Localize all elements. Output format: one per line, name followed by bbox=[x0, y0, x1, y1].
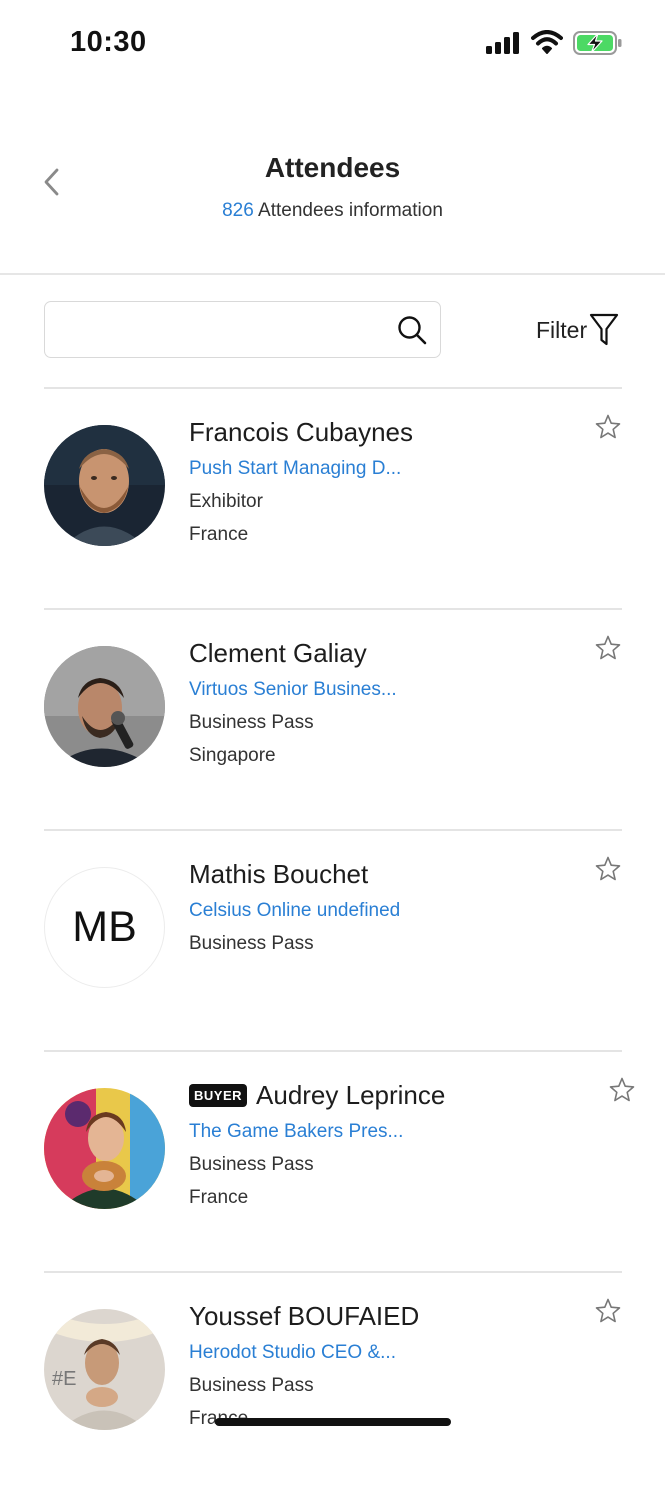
search-box bbox=[44, 301, 441, 358]
avatar: #E bbox=[44, 1309, 165, 1430]
attendee-info: Mathis Bouchet Celsius Online undefined … bbox=[189, 857, 569, 955]
attendee-row[interactable]: #E Youssef BOUFAIED Herodot Studio CEO &… bbox=[44, 1271, 622, 1492]
attendee-company[interactable]: The Game Bakers Pres... bbox=[189, 1121, 569, 1143]
attendee-pass-type: Business Pass bbox=[189, 933, 314, 954]
avatar-initials: MB bbox=[44, 867, 165, 988]
attendee-info: Francois Cubaynes Push Start Managing D.… bbox=[189, 415, 569, 546]
attendee-pass-type: Exhibitor bbox=[189, 491, 263, 512]
cellular-signal-icon bbox=[486, 32, 519, 54]
attendee-pass-type: Business Pass bbox=[189, 1375, 314, 1396]
attendee-country: Singapore bbox=[189, 745, 276, 766]
attendee-row[interactable]: Francois Cubaynes Push Start Managing D.… bbox=[44, 387, 622, 608]
star-icon[interactable] bbox=[594, 634, 622, 662]
avatar bbox=[44, 646, 165, 767]
attendee-company[interactable]: Push Start Managing D... bbox=[189, 458, 569, 480]
filter-funnel-icon bbox=[590, 313, 619, 346]
avatar bbox=[44, 425, 165, 546]
page-header: Attendees 826 Attendees information bbox=[0, 130, 665, 275]
star-icon[interactable] bbox=[594, 413, 622, 441]
star-icon[interactable] bbox=[594, 1297, 622, 1325]
filter-label: Filter bbox=[536, 316, 588, 343]
attendee-country: France bbox=[189, 1187, 249, 1208]
attendee-company[interactable]: Herodot Studio CEO &... bbox=[189, 1342, 569, 1364]
attendee-name: Youssef BOUFAIED bbox=[189, 1300, 420, 1331]
attendee-list: Francois Cubaynes Push Start Managing D.… bbox=[44, 387, 635, 1492]
attendee-name: Francois Cubaynes bbox=[189, 416, 413, 447]
attendee-company[interactable]: Virtuos Senior Busines... bbox=[189, 679, 569, 701]
status-time: 10:30 bbox=[70, 26, 147, 58]
attendee-pass-type: Business Pass bbox=[189, 1154, 314, 1175]
attendee-name: Audrey Leprince bbox=[256, 1079, 446, 1110]
attendee-count: 826 bbox=[222, 200, 254, 221]
attendees-subtitle: 826 Attendees information bbox=[0, 200, 665, 222]
attendee-country: France bbox=[189, 524, 249, 545]
attendee-name: Clement Galiay bbox=[189, 637, 367, 668]
battery-charging-icon bbox=[573, 31, 622, 55]
attendee-row[interactable]: Clement Galiay Virtuos Senior Busines...… bbox=[44, 608, 622, 829]
attendee-info: Youssef BOUFAIED Herodot Studio CEO &...… bbox=[189, 1299, 569, 1430]
search-input[interactable] bbox=[59, 310, 393, 350]
buyer-badge: BUYER bbox=[189, 1083, 248, 1107]
star-icon[interactable] bbox=[608, 1076, 636, 1104]
attendee-row[interactable]: BUYER Audrey Leprince The Game Bakers Pr… bbox=[44, 1050, 635, 1271]
star-icon[interactable] bbox=[594, 855, 622, 883]
attendee-info: BUYER Audrey Leprince The Game Bakers Pr… bbox=[189, 1078, 569, 1209]
avatar bbox=[44, 1088, 165, 1209]
attendee-row[interactable]: MB Mathis Bouchet Celsius Online undefin… bbox=[44, 829, 622, 1050]
page-title: Attendees bbox=[264, 152, 401, 183]
search-icon[interactable] bbox=[396, 314, 428, 346]
filter-button[interactable]: Filter bbox=[536, 310, 619, 350]
attendee-pass-type: Business Pass bbox=[189, 712, 314, 733]
wifi-icon bbox=[531, 30, 563, 54]
svg-text:#E: #E bbox=[52, 1368, 76, 1390]
home-indicator[interactable] bbox=[215, 1418, 451, 1426]
attendee-company[interactable]: Celsius Online undefined bbox=[189, 900, 569, 922]
attendee-info: Clement Galiay Virtuos Senior Busines...… bbox=[189, 636, 569, 767]
status-bar: 10:30 bbox=[0, 0, 665, 90]
attendee-subtitle-text: Attendees information bbox=[258, 200, 443, 221]
attendee-name: Mathis Bouchet bbox=[189, 858, 369, 889]
